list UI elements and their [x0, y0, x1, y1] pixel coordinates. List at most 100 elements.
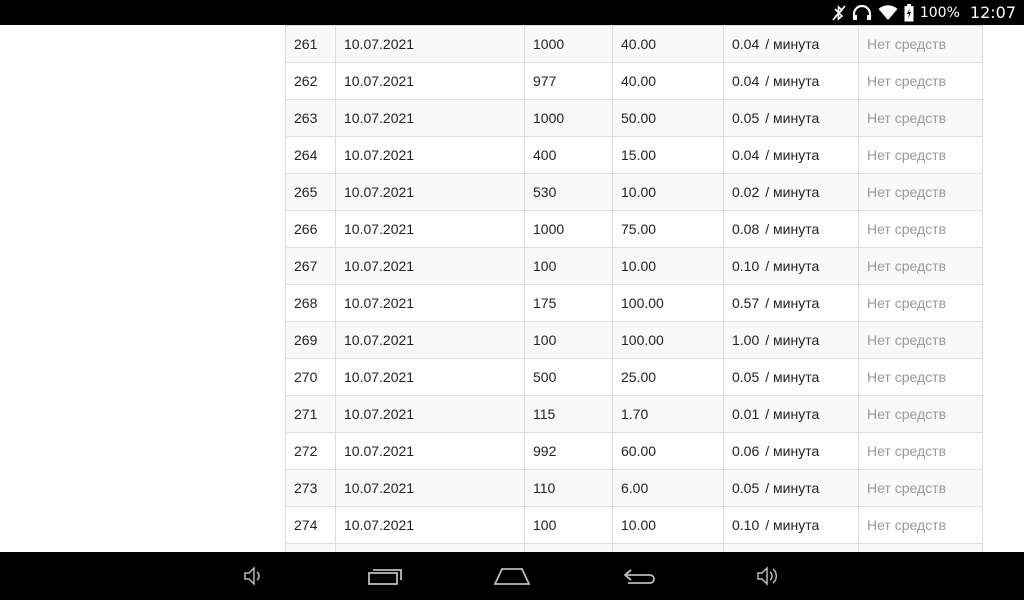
recent-apps-icon[interactable] [365, 562, 405, 590]
cell-date: 10.07.2021 [335, 395, 525, 433]
cell-date: 10.07.2021 [335, 321, 525, 359]
cell-id: 264 [285, 136, 336, 174]
cell-qty: 400 [524, 136, 613, 174]
table-row: 267 10.07.2021 100 10.00 0.10 / минута Нет сре… [285, 247, 983, 285]
cell-amount: 10.00 [612, 506, 724, 544]
clock: 12:07 [969, 3, 1016, 22]
cell-status: Нет средств [858, 247, 983, 285]
cell-amount: 25.00 [612, 358, 724, 396]
rate-value: 0.10 [732, 517, 760, 533]
cell-id: 261 [285, 25, 336, 63]
cell-status: Нет средств [858, 469, 983, 507]
table-row: 266 10.07.2021 1000 75.00 0.08 / минута Нет ср… [285, 210, 983, 248]
cell-date: 10.07.2021 [335, 247, 525, 285]
battery-percentage: 100% [919, 4, 960, 21]
rate-value: 0.04 [732, 36, 760, 52]
table-row: 263 10.07.2021 1000 50.00 0.05 / минута Нет ср… [285, 99, 983, 137]
cell-rate: 0.10 / минута [723, 247, 859, 285]
cell-amount: 1.70 [612, 395, 724, 433]
rate-value: 0.57 [732, 295, 760, 311]
cell-amount: 10.00 [612, 173, 724, 211]
cell-qty: 115 [524, 395, 613, 433]
cell-id: 270 [285, 358, 336, 396]
rate-unit: / минута [765, 517, 820, 533]
headset-icon [852, 4, 872, 21]
cell-status: Нет средств [858, 99, 983, 137]
cell-status: Нет средств [858, 321, 983, 359]
volume-up-icon[interactable] [748, 562, 788, 590]
cell-date: 10.07.2021 [335, 99, 525, 137]
cell-rate: 0.05 / минута [723, 469, 859, 507]
rate-unit: / минута [765, 406, 820, 422]
cell-empty [612, 543, 724, 552]
cell-amount: 40.00 [612, 62, 724, 100]
content-area[interactable]: 261 10.07.2021 1000 40.00 0.04/ минута Нет ср… [0, 25, 1024, 552]
rate-unit: / минута [765, 73, 820, 89]
table-row: 261 10.07.2021 1000 40.00 0.04 / минута Нет ср… [285, 25, 983, 63]
cell-empty [723, 543, 859, 552]
table-body: 261 10.07.2021 1000 40.00 0.04/ минута Нет ср… [285, 25, 983, 552]
rate-unit: / минута [765, 147, 820, 163]
table-row-partial [285, 543, 983, 552]
cell-amount: 75.00 [612, 210, 724, 248]
rate-value: 0.01 [732, 406, 760, 422]
table-row: 268 10.07.2021 175 100.00 0.57 / минута Нет ср… [285, 284, 983, 322]
home-icon[interactable] [492, 562, 532, 590]
rate-unit: / минута [765, 332, 820, 348]
cell-empty [858, 543, 983, 552]
rate-unit: / минута [765, 295, 820, 311]
cell-date: 10.07.2021 [335, 173, 525, 211]
cell-id: 267 [285, 247, 336, 285]
rate-value: 0.08 [732, 221, 760, 237]
cell-id: 273 [285, 469, 336, 507]
cell-date: 10.07.2021 [335, 62, 525, 100]
table-row: 272 10.07.2021 992 60.00 0.06 / минута Нет сре… [285, 432, 983, 470]
rate-unit: / минута [765, 369, 820, 385]
table-row: 273 10.07.2021 110 6.00 0.05 / минута Нет сред… [285, 469, 983, 507]
cell-rate: 0.05 / минута [723, 99, 859, 137]
navigation-bar [0, 552, 1024, 600]
table-row: 274 10.07.2021 100 10.00 0.10 / минута Нет сре… [285, 506, 983, 544]
bluetooth-off-icon [832, 4, 846, 21]
rate-unit: / минута [765, 184, 820, 200]
status-bar: 100% 12:07 [0, 0, 1024, 25]
cell-date: 10.07.2021 [335, 284, 525, 322]
table-row: 262 10.07.2021 977 40.00 0.04 / минута Нет сре… [285, 62, 983, 100]
cell-id: 265 [285, 173, 336, 211]
cell-status: Нет средств [858, 358, 983, 396]
cell-empty [335, 543, 525, 552]
cell-amount: 100.00 [612, 321, 724, 359]
rate-value: 0.05 [732, 369, 760, 385]
rate-value: 0.05 [732, 110, 760, 126]
cell-status: Нет средств [858, 395, 983, 433]
cell-amount: 50.00 [612, 99, 724, 137]
cell-id: 269 [285, 321, 336, 359]
rate-unit: / минута [765, 480, 820, 496]
cell-qty: 1000 [524, 99, 613, 137]
cell-rate: 0.57 / минута [723, 284, 859, 322]
cell-amount: 6.00 [612, 469, 724, 507]
cell-qty: 110 [524, 469, 613, 507]
battery-charging-icon [904, 3, 914, 22]
volume-down-icon[interactable] [234, 562, 274, 590]
rate-value: 1.00 [732, 332, 760, 348]
cell-amount: 60.00 [612, 432, 724, 470]
cell-status: Нет средств [858, 506, 983, 544]
back-icon[interactable] [620, 562, 660, 590]
cell-status: Нет средств [858, 173, 983, 211]
table-row: 264 10.07.2021 400 15.00 0.04 / минута Нет сре… [285, 136, 983, 174]
cell-amount: 15.00 [612, 136, 724, 174]
cell-date: 10.07.2021 [335, 136, 525, 174]
wifi-icon [878, 4, 898, 21]
table-row: 270 10.07.2021 500 25.00 0.05 / минута Нет сре… [285, 358, 983, 396]
cell-qty: 100 [524, 506, 613, 544]
cell-rate: 0.06 / минута [723, 432, 859, 470]
cell-rate: 0.04 / минута [723, 136, 859, 174]
cell-id: 274 [285, 506, 336, 544]
cell-status: Нет средств [858, 62, 983, 100]
rate-unit: / минута [765, 443, 820, 459]
cell-status: Нет средств [858, 25, 983, 63]
cell-empty [285, 543, 336, 552]
table-row: 271 10.07.2021 115 1.70 0.01 / минута Нет сред… [285, 395, 983, 433]
cell-rate: 0.01 / минута [723, 395, 859, 433]
